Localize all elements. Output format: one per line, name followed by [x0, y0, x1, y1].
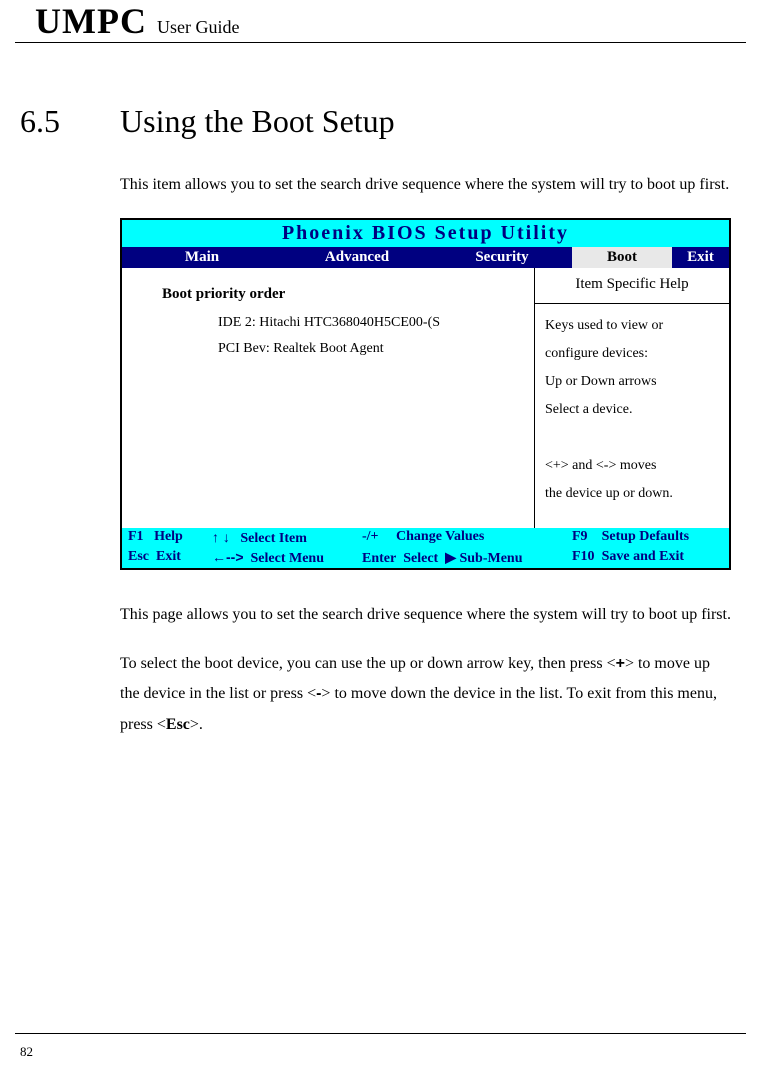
help-line: Up or Down arrows: [545, 368, 721, 396]
bios-help-panel: Item Specific Help Keys used to view or …: [534, 268, 729, 528]
plus-key: +: [616, 655, 625, 672]
label-submenu: Sub-Menu: [459, 551, 522, 566]
p3-text: To select the boot device, you can use t…: [120, 655, 616, 672]
label-select-item: Select Item: [240, 531, 306, 546]
footer-save-exit: F10 Save and Exit: [572, 549, 729, 567]
bios-footer: F1 Help ↑ ↓ Select Item -/+ Change Value…: [122, 528, 729, 568]
intro-paragraph: This item allows you to set the search d…: [120, 170, 731, 200]
bios-setup-figure: Phoenix BIOS Setup Utility Main Advanced…: [120, 218, 731, 570]
bios-footer-row-2: Esc Exit ←--> Select Menu Enter Select ▶…: [122, 548, 729, 568]
footer-select-submenu: Enter Select ▶ Sub-Menu: [362, 549, 572, 567]
boot-item-1[interactable]: IDE 2: Hitachi HTC368040H5CE00-(S: [140, 313, 534, 339]
left-right-arrow-icon: ←-->: [212, 549, 244, 565]
label-select: Select: [403, 551, 438, 566]
key-plusminus: -/+: [362, 529, 379, 544]
bios-tab-row: Main Advanced Security Boot Exit: [122, 247, 729, 268]
bios-footer-row-1: F1 Help ↑ ↓ Select Item -/+ Change Value…: [122, 528, 729, 548]
boot-item-2[interactable]: PCI Bev: Realtek Boot Agent: [140, 339, 534, 365]
key-esc: Esc: [128, 549, 149, 564]
help-line: <+> and <-> moves: [545, 452, 721, 480]
bios-tab-advanced[interactable]: Advanced: [282, 247, 432, 268]
boot-priority-label: Boot priority order: [140, 278, 534, 313]
key-f1: F1: [128, 529, 144, 544]
footer-f1-help: F1 Help: [122, 529, 212, 547]
help-line: the device up or down.: [545, 480, 721, 508]
label-save-exit: Save and Exit: [602, 549, 684, 564]
help-heading: Item Specific Help: [535, 268, 729, 304]
bios-tab-security[interactable]: Security: [432, 247, 572, 268]
key-f10: F10: [572, 549, 595, 564]
page-header: UMPC User Guide: [15, 0, 746, 43]
page-number: 82: [20, 1044, 33, 1059]
bios-tab-exit[interactable]: Exit: [672, 247, 729, 268]
bios-title-bar: Phoenix BIOS Setup Utility: [122, 220, 729, 247]
section-number: 6.5: [20, 103, 120, 140]
label-exit: Exit: [156, 549, 181, 564]
label-help: Help: [154, 529, 183, 544]
brand-title: UMPC: [35, 1, 147, 41]
body-paragraph-3: To select the boot device, you can use t…: [120, 649, 731, 740]
esc-key: Esc: [166, 716, 190, 733]
page-footer: 82: [15, 1033, 746, 1060]
bios-main-panel: Boot priority order IDE 2: Hitachi HTC36…: [122, 268, 534, 528]
footer-select-item: ↑ ↓ Select Item: [212, 529, 362, 547]
label-change-values: Change Values: [396, 529, 484, 544]
submenu-arrow-icon: ▶: [445, 549, 456, 565]
up-down-arrow-icon: ↑ ↓: [212, 529, 230, 545]
footer-setup-defaults: F9 Setup Defaults: [572, 529, 729, 547]
label-select-menu: Select Menu: [251, 551, 324, 566]
p3-text: >.: [190, 716, 203, 733]
key-f9: F9: [572, 529, 588, 544]
help-body: Keys used to view or configure devices: …: [535, 304, 729, 516]
label-setup-defaults: Setup Defaults: [602, 529, 690, 544]
footer-change-values: -/+ Change Values: [362, 529, 572, 547]
section-heading-row: 6.5 Using the Boot Setup: [20, 103, 741, 140]
key-enter: Enter: [362, 551, 396, 566]
footer-esc-exit: Esc Exit: [122, 549, 212, 567]
bios-tab-boot[interactable]: Boot: [572, 247, 672, 268]
bios-tab-main[interactable]: Main: [122, 247, 282, 268]
help-line: configure devices:: [545, 340, 721, 368]
section-heading: Using the Boot Setup: [120, 103, 395, 140]
help-line: Select a device.: [545, 396, 721, 424]
help-line: [545, 424, 721, 452]
brand-subtitle: User Guide: [157, 17, 239, 37]
footer-select-menu: ←--> Select Menu: [212, 549, 362, 567]
bios-body: Boot priority order IDE 2: Hitachi HTC36…: [122, 268, 729, 528]
help-line: Keys used to view or: [545, 312, 721, 340]
body-paragraph-2: This page allows you to set the search d…: [120, 600, 731, 630]
